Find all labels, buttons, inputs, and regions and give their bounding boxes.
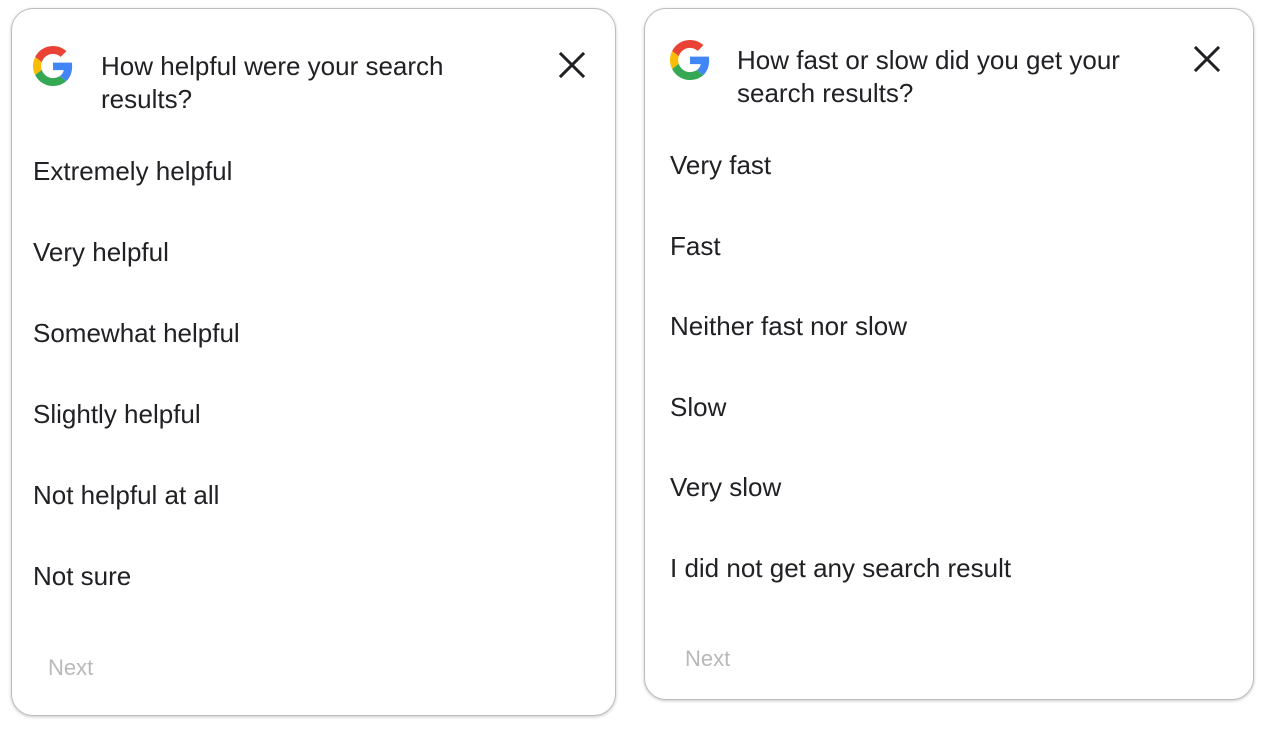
survey-question: How fast or slow did you get your search…	[737, 45, 1120, 108]
option-very-slow[interactable]: Very slow	[670, 471, 781, 503]
option-very-fast[interactable]: Very fast	[670, 149, 771, 181]
option-somewhat-helpful[interactable]: Somewhat helpful	[33, 317, 240, 349]
close-icon[interactable]	[556, 49, 588, 81]
option-slow[interactable]: Slow	[670, 391, 726, 423]
option-very-helpful[interactable]: Very helpful	[33, 236, 169, 268]
close-icon[interactable]	[1191, 43, 1223, 75]
option-neither-fast-nor-slow[interactable]: Neither fast nor slow	[670, 310, 907, 342]
option-extremely-helpful[interactable]: Extremely helpful	[33, 155, 232, 187]
survey-question: How helpful were your search results?	[101, 51, 444, 114]
option-fast[interactable]: Fast	[670, 230, 721, 262]
next-button[interactable]: Next	[48, 654, 93, 682]
option-no-search-result[interactable]: I did not get any search result	[670, 552, 1011, 584]
google-g-icon	[33, 46, 73, 86]
survey-card-speed: How fast or slow did you get your search…	[644, 8, 1254, 700]
google-g-icon	[670, 40, 710, 80]
option-not-helpful-at-all[interactable]: Not helpful at all	[33, 479, 219, 511]
survey-card-helpfulness: How helpful were your search results? Ex…	[11, 8, 616, 716]
next-button[interactable]: Next	[685, 645, 730, 673]
option-slightly-helpful[interactable]: Slightly helpful	[33, 398, 201, 430]
option-not-sure[interactable]: Not sure	[33, 560, 131, 592]
